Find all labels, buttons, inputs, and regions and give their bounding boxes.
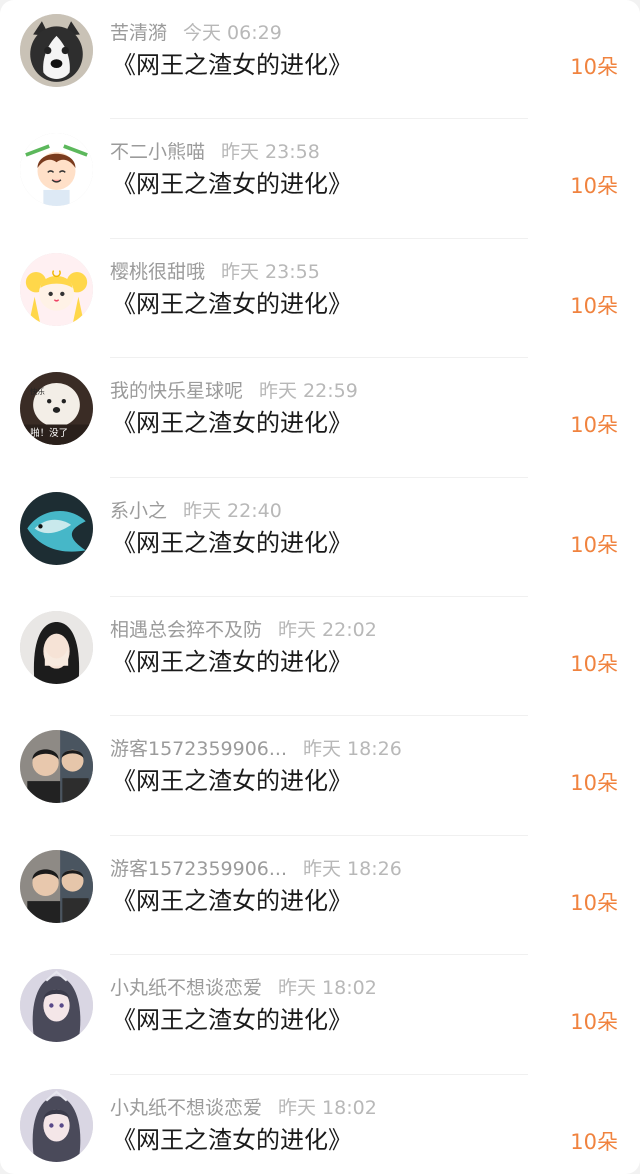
book-title[interactable]: 《网王之渣女的进化》 bbox=[112, 167, 352, 201]
user-name[interactable]: 苦清漪 bbox=[110, 22, 167, 44]
user-name[interactable]: 系小之 bbox=[110, 500, 167, 522]
avatar-image bbox=[20, 133, 93, 207]
flower-count: 10朵 bbox=[570, 771, 618, 796]
timestamp: 昨天 22:02 bbox=[278, 618, 377, 641]
user-name[interactable]: 游客1572359906... bbox=[110, 858, 287, 880]
avatar-image bbox=[20, 252, 93, 326]
timestamp: 昨天 23:58 bbox=[221, 141, 320, 164]
list-item[interactable]: 游客1572359906... 昨天 18:26 《网王之渣女的进化》 10朵 bbox=[0, 836, 640, 956]
timestamp: 昨天 23:55 bbox=[221, 260, 320, 283]
book-title[interactable]: 《网王之渣女的进化》 bbox=[112, 48, 352, 82]
book-title[interactable]: 《网王之渣女的进化》 bbox=[112, 1123, 352, 1157]
book-title[interactable]: 《网王之渣女的进化》 bbox=[112, 526, 352, 560]
user-name[interactable]: 小丸纸不想谈恋爱 bbox=[110, 977, 262, 999]
list-item[interactable]: 不二小熊喵 昨天 23:58 《网王之渣女的进化》 10朵 bbox=[0, 119, 640, 240]
avatar-image bbox=[20, 849, 93, 923]
timestamp: 昨天 22:40 bbox=[183, 499, 282, 522]
avatar-sailor-moon-girl[interactable] bbox=[20, 252, 93, 326]
avatar-caption: 啪！没了 bbox=[30, 427, 68, 439]
flower-count: 10朵 bbox=[570, 413, 618, 438]
avatar-image bbox=[20, 969, 93, 1043]
avatar-girl-covering-face[interactable] bbox=[20, 610, 93, 684]
gift-list: 苦清漪 今天 06:29 《网王之渣女的进化》 10朵 不二小熊喵 昨天 23:58… bbox=[0, 0, 640, 1174]
flower-count: 10朵 bbox=[570, 651, 618, 676]
timestamp: 昨天 18:02 bbox=[278, 1096, 377, 1119]
flower-count: 10朵 bbox=[570, 1010, 618, 1035]
avatar-anime-girl[interactable] bbox=[20, 969, 93, 1043]
list-item[interactable]: 相遇总会猝不及防 昨天 22:02 《网王之渣女的进化》 10朵 bbox=[0, 597, 640, 717]
list-item[interactable]: 游客1572359906... 昨天 18:26 《网王之渣女的进化》 10朵 bbox=[0, 716, 640, 837]
user-name[interactable]: 相遇总会猝不及防 bbox=[110, 619, 262, 641]
avatar-two-men-photo[interactable] bbox=[20, 730, 93, 804]
avatar-cartoon-boy[interactable] bbox=[20, 133, 93, 207]
list-item[interactable]: 小丸纸不想谈恋爱 昨天 18:02 《网王之渣女的进化》 10朵 bbox=[0, 1075, 640, 1174]
list-item[interactable]: 快乐啪！没了 我的快乐星球呢 昨天 22:59 《网王之渣女的进化》 10朵 bbox=[0, 358, 640, 478]
avatar-image bbox=[20, 491, 93, 565]
avatar-image bbox=[20, 610, 93, 684]
flower-count: 10朵 bbox=[570, 890, 618, 915]
book-title[interactable]: 《网王之渣女的进化》 bbox=[112, 884, 352, 918]
avatar-betta-fish[interactable] bbox=[20, 491, 93, 565]
avatar-image bbox=[20, 14, 93, 87]
avatar-image bbox=[20, 1088, 93, 1162]
user-name[interactable]: 樱桃很甜哦 bbox=[110, 261, 205, 283]
book-title[interactable]: 《网王之渣女的进化》 bbox=[112, 764, 352, 798]
timestamp: 昨天 18:26 bbox=[303, 738, 402, 761]
avatar-image bbox=[20, 730, 93, 804]
flower-count: 10朵 bbox=[570, 1129, 618, 1154]
timestamp: 昨天 18:26 bbox=[303, 857, 402, 880]
avatar-dog-meme[interactable]: 快乐啪！没了 bbox=[20, 372, 93, 446]
flower-count: 10朵 bbox=[570, 532, 618, 557]
flower-count: 10朵 bbox=[570, 293, 618, 318]
list-item[interactable]: 小丸纸不想谈恋爱 昨天 18:02 《网王之渣女的进化》 10朵 bbox=[0, 955, 640, 1075]
flower-count: 10朵 bbox=[570, 174, 618, 199]
book-title[interactable]: 《网王之渣女的进化》 bbox=[112, 1003, 352, 1037]
flower-count: 10朵 bbox=[570, 55, 618, 79]
list-item[interactable]: 樱桃很甜哦 昨天 23:55 《网王之渣女的进化》 10朵 bbox=[0, 239, 640, 359]
avatar-two-men-photo[interactable] bbox=[20, 849, 93, 923]
timestamp: 昨天 22:59 bbox=[259, 380, 358, 403]
avatar-image: 快乐啪！没了 bbox=[20, 372, 93, 446]
list-item[interactable]: 苦清漪 今天 06:29 《网王之渣女的进化》 10朵 bbox=[0, 0, 640, 120]
user-name[interactable]: 小丸纸不想谈恋爱 bbox=[110, 1097, 262, 1119]
user-name[interactable]: 我的快乐星球呢 bbox=[110, 380, 243, 402]
user-name[interactable]: 游客1572359906... bbox=[110, 738, 287, 760]
book-title[interactable]: 《网王之渣女的进化》 bbox=[112, 406, 352, 440]
avatar-caption: 快乐 bbox=[30, 387, 45, 396]
list-item[interactable]: 系小之 昨天 22:40 《网王之渣女的进化》 10朵 bbox=[0, 478, 640, 598]
user-name[interactable]: 不二小熊喵 bbox=[110, 141, 205, 163]
avatar-husky-dog[interactable] bbox=[20, 14, 93, 87]
timestamp: 今天 06:29 bbox=[183, 22, 282, 44]
book-title[interactable]: 《网王之渣女的进化》 bbox=[112, 287, 352, 321]
book-title[interactable]: 《网王之渣女的进化》 bbox=[112, 645, 352, 679]
avatar-anime-girl[interactable] bbox=[20, 1088, 93, 1162]
timestamp: 昨天 18:02 bbox=[278, 977, 377, 1000]
